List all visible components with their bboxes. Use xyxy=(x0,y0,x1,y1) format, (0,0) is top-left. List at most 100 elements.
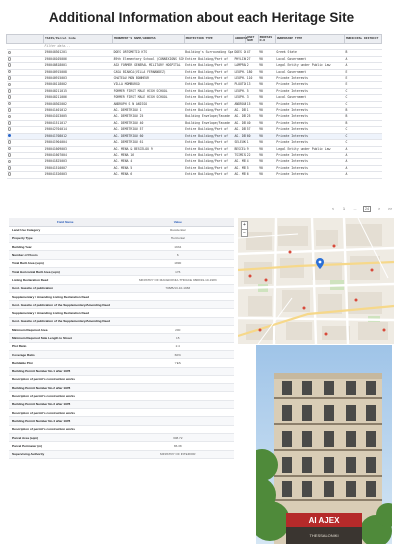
row-select-radio[interactable] xyxy=(7,57,12,61)
table-cell: LEOPH. BAS. OLGAS xyxy=(233,69,246,77)
field-name-header: Field Name xyxy=(9,218,122,227)
detail-row: Govt. Gazette of publication of the Supp… xyxy=(9,317,234,327)
table-cell: Entire Building/Part of xyxy=(184,139,234,147)
table-row[interactable]: 190041609003 AG. MENA & BESCELOU 9 Entire … xyxy=(6,146,382,153)
table-cell: SELEUKOU xyxy=(233,139,246,147)
field-name: Building Permit Number No.2 after 1978 xyxy=(9,383,122,393)
field-name: Building Permit Number No.3 after 1978 xyxy=(9,400,122,410)
location-map[interactable]: + − xyxy=(238,218,394,344)
row-select-radio[interactable] xyxy=(7,89,12,93)
table-row[interactable]: 190041526003 AG. MENA 6 Entire Building/Pa… xyxy=(6,171,382,179)
table-cell: Entire Building/Part of xyxy=(184,88,234,96)
table-cell: Entire Building/Part of xyxy=(184,146,234,153)
row-select-radio[interactable] xyxy=(7,63,12,68)
next-page-button[interactable]: > xyxy=(376,207,382,211)
table-cell: LEOPH. BAS. OLGAS xyxy=(233,75,246,83)
detail-row: Land Use Category Residential xyxy=(9,226,234,235)
row-select-radio[interactable] xyxy=(7,121,12,125)
table-cell: Entire Building/Part of xyxy=(184,158,234,166)
row-select-radio[interactable] xyxy=(7,95,12,100)
field-name: Govt. Gazette of publication of the Supp… xyxy=(9,300,122,310)
detail-row: Total Built Area (sqm) 1890 xyxy=(9,259,234,269)
table-cell: 89th Elementary School (CONNEXIONS SCHOO… xyxy=(112,56,185,64)
table-cell: ASX FORMER GENERAL MILITARY HOSPITAL xyxy=(112,62,185,70)
prev-page-button[interactable]: < xyxy=(330,207,336,211)
row-select-radio[interactable] xyxy=(7,146,12,151)
page-ellipsis: ... xyxy=(353,207,357,211)
column-header[interactable]: PROTECTION TYPE xyxy=(183,34,234,44)
field-name: Supplementary / Amending Listing Declara… xyxy=(9,292,122,302)
row-select-radio[interactable] xyxy=(7,69,12,74)
field-value: MINISTRY OF MACEDONIA-THRACE 9808/19-10-… xyxy=(121,275,234,285)
table-cell: Entire Building/Part of xyxy=(184,126,234,134)
table-cell: AG. DEMETRIOU xyxy=(233,133,246,141)
row-select-radio[interactable] xyxy=(7,114,12,119)
row-select-radio[interactable] xyxy=(7,172,12,176)
detail-row: Building Year 1934 xyxy=(9,242,234,252)
page-button[interactable]: 1 xyxy=(341,207,347,211)
field-name: Buildable Plot xyxy=(9,358,122,368)
page-title: Additional Information about each Herita… xyxy=(48,10,355,25)
detail-row: Minimum Required Area 200 xyxy=(9,325,234,335)
table-cell: AG. MENA xyxy=(233,171,246,179)
detail-row: Parcel Perimeter (m) 86.38 xyxy=(9,441,234,451)
column-header[interactable]: ENDESIS N.O xyxy=(257,34,276,44)
row-select-radio[interactable] xyxy=(7,76,12,80)
table-cell: LEOPH. BAS. OLGAS xyxy=(233,88,246,96)
table-cell: Entire Building/Part of xyxy=(184,81,234,89)
field-value xyxy=(121,416,234,426)
table-cell: ANDROUMH G. xyxy=(233,101,246,109)
row-select-radio[interactable] xyxy=(7,101,12,106)
field-value xyxy=(121,400,234,410)
row-select-radio[interactable] xyxy=(7,165,12,170)
column-header[interactable]: ADDRESS xyxy=(232,34,248,44)
table-cell: Entire Building/Part of xyxy=(184,107,234,115)
field-name: Govt. Gazette of publication xyxy=(9,284,122,293)
value-header: Value xyxy=(121,218,234,227)
field-value xyxy=(121,425,234,434)
map-tiles[interactable] xyxy=(238,218,394,344)
field-name: Land Use Category xyxy=(9,226,122,235)
field-name: Parcel Perimeter (m) xyxy=(9,441,122,451)
detail-row: Description of permit's construction wor… xyxy=(9,425,234,434)
column-header[interactable]: TAXIS/Parcel Code xyxy=(42,34,114,44)
table-cell: LEOPH. BAS. OLGAS xyxy=(233,94,246,102)
zoom-out-button[interactable]: − xyxy=(242,228,247,237)
row-select-radio[interactable] xyxy=(7,133,12,138)
field-value: 176 xyxy=(121,267,234,277)
field-value xyxy=(121,292,234,302)
field-value: YES xyxy=(121,358,234,368)
detail-row: Supplementary / Amending Listing Declara… xyxy=(9,308,234,318)
table-cell: TSIMISKE IOAN. xyxy=(233,152,246,160)
row-select-radio[interactable] xyxy=(7,140,12,144)
field-value xyxy=(121,408,234,418)
field-name: Total Built Area (sqm) xyxy=(9,259,122,269)
row-select-radio[interactable] xyxy=(7,127,12,132)
table-row[interactable]: 190040818001 ASX FORMER GENERAL MILITARY … xyxy=(6,62,382,70)
row-select-radio[interactable] xyxy=(7,159,12,164)
current-page-button[interactable]: 24 xyxy=(363,206,371,212)
row-select-radio[interactable] xyxy=(7,82,12,87)
field-name: Supervising Authority xyxy=(9,450,122,459)
row-select-radio[interactable] xyxy=(7,50,12,55)
column-header[interactable]: MUNICIPAL DISTRICT xyxy=(343,34,383,44)
column-header[interactable]: MONUMENT'S NAME/ADDRESS xyxy=(112,34,185,44)
table-cell: BESCELOU EL. xyxy=(233,146,246,153)
table-cell: Building's Surrounding Space xyxy=(184,49,234,57)
last-page-button[interactable]: >> xyxy=(387,207,393,211)
select-column-header xyxy=(6,34,44,44)
zoom-control: + − xyxy=(241,221,248,237)
table-cell: AG. MENA xyxy=(233,158,246,166)
table-cell: AG. DEMETRIOU xyxy=(233,126,246,134)
field-name: Property Type xyxy=(9,234,122,244)
table-cell: PLOUTONOS xyxy=(233,81,246,89)
column-header[interactable]: OWNERSHIP TYPE xyxy=(274,34,345,44)
detail-row: Supervising Authority MINISTRY OF INTERIO… xyxy=(9,450,234,459)
detail-row: Parcel Area (sqm) 308.72 xyxy=(9,433,234,443)
detail-row: Govt. Gazette of publication of the Supp… xyxy=(9,300,234,310)
row-select-radio[interactable] xyxy=(7,108,12,112)
column-header[interactable]: UNIT NUM xyxy=(245,34,259,44)
table-cell: Entire Building/Part of xyxy=(184,94,234,102)
row-select-radio[interactable] xyxy=(7,153,12,157)
field-value: Horizontal xyxy=(121,234,234,244)
